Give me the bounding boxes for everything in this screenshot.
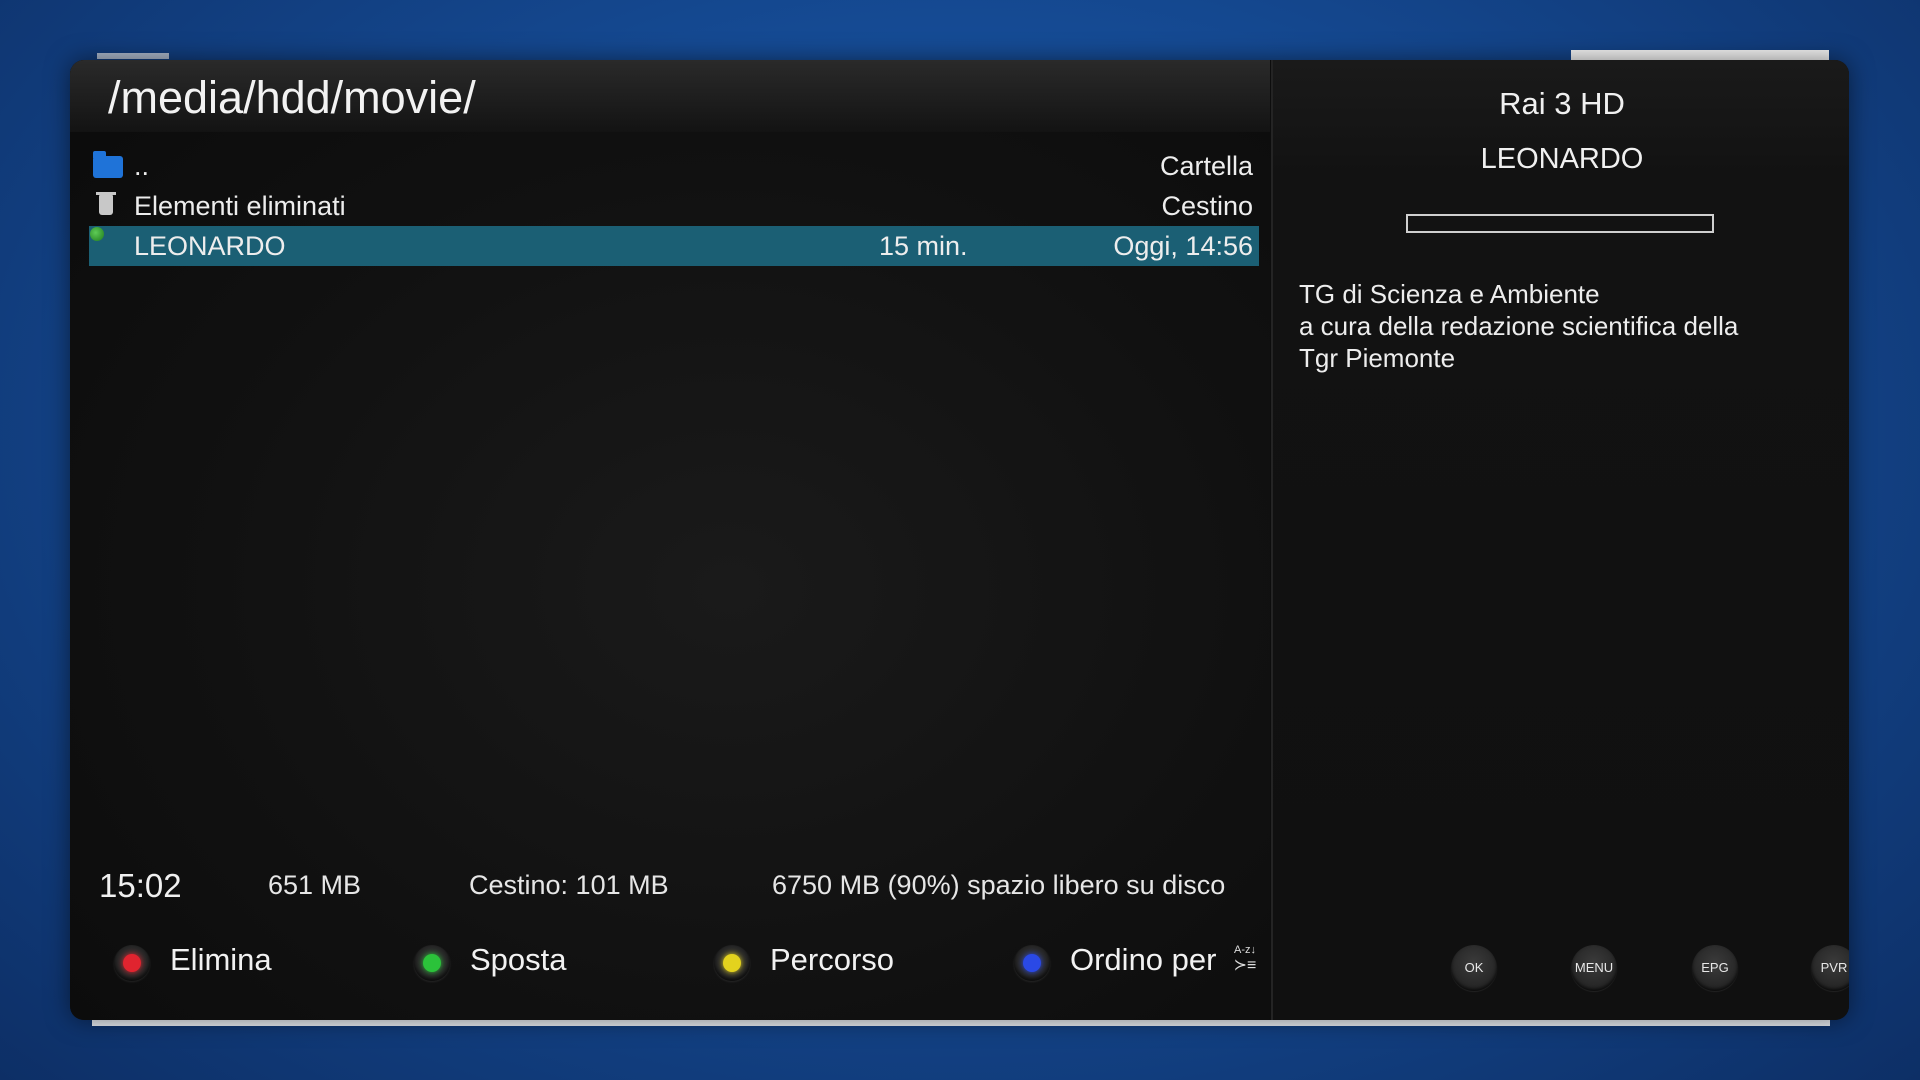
menu-button[interactable]: MENU xyxy=(1571,945,1617,991)
description-line: TG di Scienza e Ambiente xyxy=(1299,279,1600,309)
description-line: a cura della redazione scientifica della xyxy=(1299,311,1739,341)
background-strip-top xyxy=(97,53,169,59)
event-progress-bar xyxy=(1406,214,1714,233)
clock: 15:02 xyxy=(99,867,182,904)
yellow-button-icon xyxy=(714,945,750,981)
list-item-name: .. xyxy=(134,151,150,181)
blue-button-icon xyxy=(1014,945,1050,981)
info-pane: Rai 3 HD LEONARDO TG di Scienza e Ambien… xyxy=(1271,60,1849,1020)
movie-browser-window: /media/hdd/movie/ .. Cartella Elementi e… xyxy=(70,60,1849,1020)
description-line: Tgr Piemonte xyxy=(1299,343,1456,373)
trash-size: Cestino: 101 MB xyxy=(469,870,669,900)
trash-icon xyxy=(93,192,121,218)
recording-size: 651 MB xyxy=(268,870,362,900)
sort-icon-top: A-z↓ xyxy=(1234,944,1256,956)
epg-button[interactable]: EPG xyxy=(1692,945,1738,991)
file-browser-pane: /media/hdd/movie/ .. Cartella Elementi e… xyxy=(70,60,1270,1020)
green-button-label: Sposta xyxy=(470,942,567,977)
list-item-name: LEONARDO xyxy=(134,231,286,261)
event-name: LEONARDO xyxy=(1480,143,1644,175)
red-button-icon xyxy=(114,945,150,981)
list-item-recording-selected[interactable]: LEONARDO 15 min. Oggi, 14:56 xyxy=(89,226,1259,266)
sort-az-icon: A-z↓ ≻≡ xyxy=(1230,942,1260,982)
pvr-button[interactable]: PVR xyxy=(1811,945,1849,991)
blue-button-label: Ordino per xyxy=(1070,942,1217,977)
list-item-date: Oggi, 14:56 xyxy=(1113,231,1253,261)
sort-icon-bars: ≻≡ xyxy=(1233,957,1257,974)
title-bar: /media/hdd/movie/ xyxy=(70,60,1270,132)
yellow-button-label: Percorso xyxy=(770,942,895,977)
list-item-trash[interactable]: Elementi eliminati Cestino xyxy=(89,186,1259,226)
list-item-type: Cartella xyxy=(1159,151,1253,181)
path-title: /media/hdd/movie/ xyxy=(108,72,476,123)
channel-name: Rai 3 HD xyxy=(1499,86,1625,121)
list-item-parent-folder[interactable]: .. Cartella xyxy=(89,146,1259,186)
red-button-label: Elimina xyxy=(170,942,272,977)
list-item-name: Elementi eliminati xyxy=(134,191,346,221)
green-button-icon xyxy=(414,945,450,981)
event-description: TG di Scienza e Ambiente a cura della re… xyxy=(1299,278,1829,374)
free-space: 6750 MB (90%) spazio libero su disco xyxy=(772,870,1226,900)
ok-button[interactable]: OK xyxy=(1451,945,1497,991)
list-item-duration: 15 min. xyxy=(879,231,968,261)
list-item-type: Cestino xyxy=(1161,191,1253,221)
recording-dot-icon xyxy=(90,227,118,253)
folder-icon xyxy=(93,151,123,178)
